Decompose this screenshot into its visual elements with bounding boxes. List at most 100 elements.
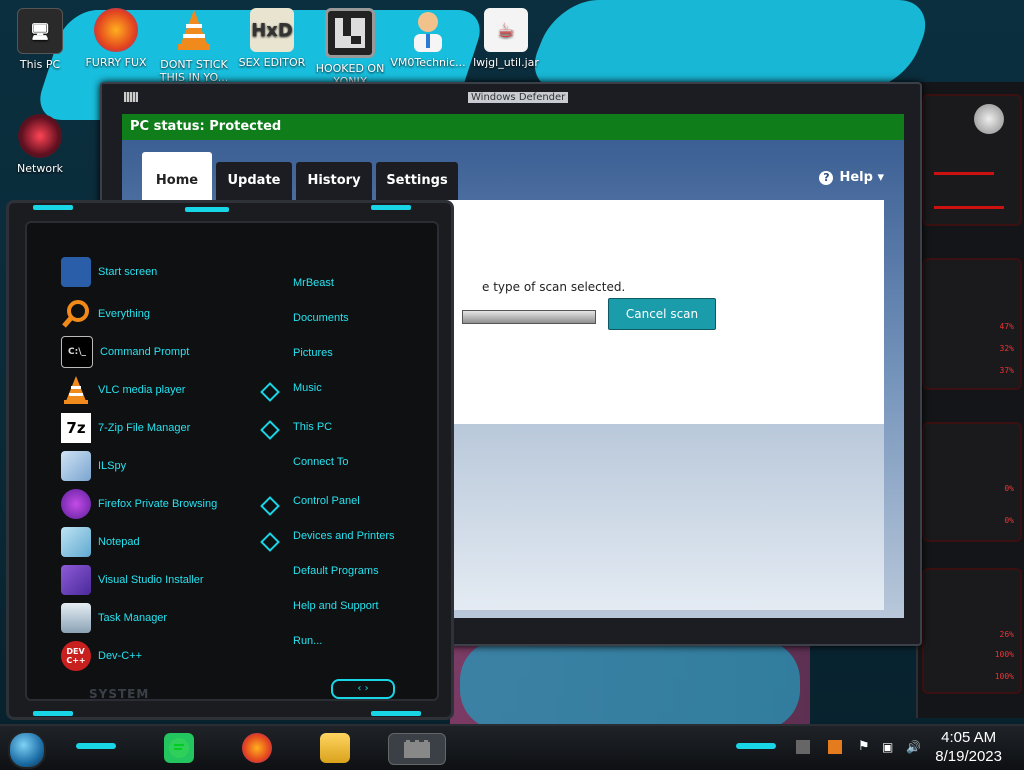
firefox-icon — [94, 8, 138, 52]
gadget-drives: 26% 100% 100% — [922, 568, 1022, 694]
place-run[interactable]: Run... — [293, 635, 322, 647]
system-clock[interactable]: 4:05 AM 8/19/2023 — [935, 728, 1002, 766]
app-item-vlc[interactable]: VLC media player — [61, 373, 185, 407]
place-help-support[interactable]: Help and Support — [293, 600, 379, 612]
java-icon: ☕ — [484, 8, 528, 52]
taskbar: ⚑ ▣ 🔊 4:05 AM 8/19/2023 — [0, 724, 1024, 770]
pc-status-banner: PC status: Protected — [122, 114, 904, 140]
gadget-cpu: 47% 32% 37% — [922, 258, 1022, 390]
desktop-icon-label: VM0Technic... — [390, 56, 466, 69]
gadget-value: 47% — [999, 322, 1014, 331]
taskbar-notes-icon[interactable] — [164, 733, 194, 763]
place-mrbeast[interactable]: MrBeast — [293, 277, 334, 289]
tab-label: Settings — [386, 173, 448, 188]
app-item-command-prompt[interactable]: C:\_ Command Prompt — [61, 335, 189, 369]
gadget-bar — [934, 172, 994, 175]
volume-icon[interactable]: 🔊 — [906, 740, 921, 754]
tab-update[interactable]: Update — [216, 162, 292, 200]
gadget-value: 26% — [999, 630, 1014, 639]
show-desktop-icon[interactable] — [796, 740, 810, 754]
computer-icon: 🖥 — [17, 8, 63, 54]
desktop-icon-dont-stick[interactable] — [156, 8, 232, 56]
app-item-everything[interactable]: Everything — [61, 297, 150, 331]
gadget-value: 32% — [999, 344, 1014, 353]
gadget-value: 100% — [994, 650, 1014, 659]
alien-logo-icon — [974, 104, 1004, 134]
desktop-icon-furry-fux[interactable]: FURRY FUX — [78, 8, 154, 69]
magnifier-icon — [61, 299, 91, 329]
app-item-ilspy[interactable]: ILSpy — [61, 449, 126, 483]
cancel-scan-button[interactable]: Cancel scan — [608, 298, 716, 330]
app-item-firefox-private[interactable]: Firefox Private Browsing — [61, 487, 217, 521]
place-music[interactable]: Music — [293, 382, 322, 394]
tab-home[interactable]: Home — [142, 152, 212, 200]
wallpaper-paint-splash — [521, 0, 939, 90]
gadget-network: 0% 0% — [922, 422, 1022, 542]
task-manager-icon — [61, 603, 91, 633]
app-label: Start screen — [98, 266, 158, 278]
desktop-icon-lwjgl-util[interactable]: ☕ lwjgl_util.jar — [468, 8, 544, 69]
place-pictures[interactable]: Pictures — [293, 347, 333, 359]
start-button[interactable] — [8, 731, 46, 769]
gadget-bar — [934, 206, 1004, 209]
vs-installer-icon — [61, 565, 91, 595]
desktop-icon-hooked-on-xonix[interactable]: HOOKED ON XONIX — [312, 8, 388, 88]
app-label: Firefox Private Browsing — [98, 498, 218, 510]
taskbar-accent — [736, 743, 776, 749]
start-menu: Start screen Everything C:\_ Command Pro… — [6, 200, 454, 720]
place-devices-printers[interactable]: Devices and Printers — [293, 530, 395, 542]
help-dropdown[interactable]: ? Help ▾ — [819, 170, 884, 185]
tab-label: Home — [155, 173, 199, 188]
tab-label: History — [307, 173, 361, 188]
notepad-icon — [61, 527, 91, 557]
app-item-devcpp[interactable]: DEV C++ Dev-C++ — [61, 639, 142, 673]
app-label: Task Manager — [98, 612, 168, 624]
taskbar-firefox-icon[interactable] — [242, 733, 272, 763]
vlc-cone-icon — [61, 375, 91, 405]
tab-history[interactable]: History — [296, 162, 372, 200]
gadget-value: 37% — [999, 366, 1014, 375]
network-icon — [18, 114, 62, 158]
desktop-icon-network[interactable]: Network — [2, 114, 78, 175]
place-control-panel[interactable]: Control Panel — [293, 495, 360, 507]
gadget-value: 0% — [1004, 484, 1014, 493]
app-item-task-manager[interactable]: Task Manager — [61, 601, 167, 635]
tab-settings[interactable]: Settings — [376, 162, 458, 200]
app-item-7zip[interactable]: 7z 7-Zip File Manager — [61, 411, 190, 445]
wallpaper-paint-splash — [460, 640, 800, 730]
pc-status-text: PC status: Protected — [130, 119, 282, 134]
place-default-programs[interactable]: Default Programs — [293, 565, 379, 577]
menu-accent — [33, 205, 73, 210]
app-item-notepad[interactable]: Notepad — [61, 525, 140, 559]
help-icon: ? — [819, 171, 834, 185]
desktop-icon-sex-editor[interactable]: HxD SEX EDITOR — [234, 8, 310, 69]
taskbar-accent — [76, 743, 116, 749]
menu-nav-arrows-button[interactable]: ‹ › — [331, 679, 395, 699]
window-title: Windows Defender — [468, 92, 569, 103]
menu-accent — [371, 711, 421, 716]
desktop-icon-label: lwjgl_util.jar — [473, 56, 539, 69]
flag-icon[interactable]: ⚑ — [858, 740, 872, 754]
gadget-value: 100% — [994, 672, 1014, 681]
desktop-icon-this-pc[interactable]: 🖥 This PC — [2, 8, 78, 71]
app-label: 7-Zip File Manager — [98, 422, 191, 434]
firefox-private-icon — [61, 489, 91, 519]
window-titlebar[interactable]: Windows Defender — [102, 84, 920, 112]
scan-progress-bar — [462, 310, 596, 324]
gadget-value: 0% — [1004, 516, 1014, 525]
place-documents[interactable]: Documents — [293, 312, 349, 324]
taskbar-file-explorer-icon[interactable] — [320, 733, 350, 763]
window-icon — [124, 92, 138, 102]
help-label: Help — [839, 170, 873, 185]
7zip-icon: 7z — [61, 413, 91, 443]
desktop-icon-vm0technic[interactable]: VM0Technic... — [390, 8, 466, 69]
xonix-icon — [325, 8, 375, 58]
menu-accent — [371, 205, 411, 210]
network-tray-icon[interactable]: ▣ — [882, 740, 896, 754]
app-item-vs-installer[interactable]: Visual Studio Installer — [61, 563, 204, 597]
place-connect-to[interactable]: Connect To — [293, 456, 348, 468]
tray-app-icon[interactable] — [828, 740, 842, 754]
taskbar-defender-icon[interactable] — [388, 733, 446, 765]
app-item-start-screen[interactable]: Start screen — [61, 255, 157, 289]
place-this-pc[interactable]: This PC — [293, 421, 332, 433]
